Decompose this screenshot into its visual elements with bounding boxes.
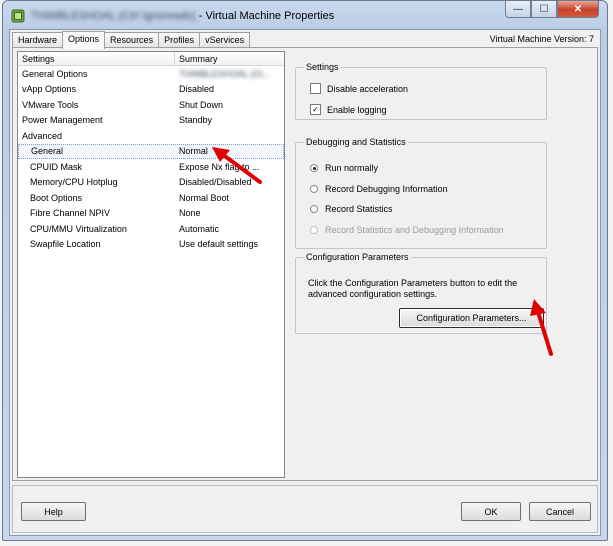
record-stats-and-debugging-label: Record Statistics and Debugging Informat… <box>325 225 504 235</box>
settings-list[interactable]: Settings Summary General Options THIMBLES… <box>17 51 285 478</box>
setting-summary: Expose Nx flag to ... <box>179 161 260 172</box>
configuration-parameters-button[interactable]: Configuration Parameters... <box>399 308 544 328</box>
record-debugging-label: Record Debugging Information <box>325 184 448 194</box>
options-tab-panel: Settings Summary General Options THIMBLES… <box>12 47 598 481</box>
config-parameters-group: Configuration Parameters Click the Confi… <box>295 252 547 334</box>
settings-row[interactable]: Power Management Standby <box>18 113 284 129</box>
setting-summary: Automatic <box>179 223 220 234</box>
setting-name: CPUID Mask <box>30 161 83 172</box>
window-controls: — ☐ ✕ <box>505 1 599 18</box>
config-parameters-description: Click the Configuration Parameters butto… <box>308 278 518 299</box>
settings-row[interactable]: General Normal <box>18 143 284 159</box>
setting-name: General <box>31 146 64 157</box>
setting-name: vApp Options <box>22 84 77 95</box>
close-button[interactable]: ✕ <box>557 1 599 18</box>
setting-summary: Disabled <box>179 84 215 95</box>
setting-summary: Shut Down <box>179 99 224 110</box>
record-stats-and-debugging-option: Record Statistics and Debugging Informat… <box>310 225 504 235</box>
setting-name: Power Management <box>22 115 103 126</box>
settings-group: Settings Disable acceleration ✓ Enable l… <box>295 62 547 120</box>
record-stats-and-debugging-radio <box>310 226 318 234</box>
run-normally-radio[interactable] <box>310 164 318 172</box>
help-button[interactable]: Help <box>21 502 86 521</box>
setting-name: CPU/MMU Virtualization <box>30 223 127 234</box>
ok-button[interactable]: OK <box>461 502 521 521</box>
settings-row[interactable]: Advanced <box>18 128 284 144</box>
record-statistics-option[interactable]: Record Statistics <box>310 204 393 214</box>
vm-version-label: Virtual Machine Version: 7 <box>489 34 594 44</box>
disable-acceleration-checkbox[interactable] <box>310 83 321 94</box>
run-normally-option[interactable]: Run normally <box>310 163 378 173</box>
settings-row[interactable]: Memory/CPU Hotplug Disabled/Disabled <box>18 175 284 191</box>
vm-properties-window: THIMBLESHOAL (Ctrl Ignoreado) - Virtual … <box>2 0 608 541</box>
record-debugging-option[interactable]: Record Debugging Information <box>310 184 448 194</box>
setting-name: General Options <box>22 68 88 79</box>
vm-app-icon <box>11 9 25 23</box>
settings-list-header: Settings Summary <box>18 52 284 66</box>
dialog-button-bar: Help OK Cancel <box>12 485 598 533</box>
setting-name: Boot Options <box>30 192 83 203</box>
minimize-button[interactable]: — <box>505 1 531 18</box>
setting-name: VMware Tools <box>22 99 79 110</box>
setting-summary: Normal <box>178 146 208 157</box>
cancel-button[interactable]: Cancel <box>529 502 591 521</box>
debugging-group: Debugging and Statistics Run normally Re… <box>295 137 547 249</box>
setting-summary: None <box>179 208 201 219</box>
tab-options[interactable]: Options <box>62 31 106 49</box>
settings-row[interactable]: CPU/MMU Virtualization Automatic <box>18 221 284 237</box>
tab-strip: Hardware Options Resources Profiles vSer… <box>12 31 251 49</box>
vm-name-redacted: THIMBLESHOAL (Ctrl Ignoreado) <box>31 10 196 22</box>
setting-name: Memory/CPU Hotplug <box>30 177 118 188</box>
config-parameters-group-title: Configuration Parameters <box>304 252 411 262</box>
column-header-settings[interactable]: Settings <box>18 52 175 65</box>
settings-list-rows: General Options THIMBLESHOAL (Ct... vApp O… <box>18 66 284 252</box>
settings-row[interactable]: Boot Options Normal Boot <box>18 190 284 206</box>
settings-row[interactable]: Swapfile Location Use default settings <box>18 237 284 253</box>
setting-summary: Standby <box>179 115 213 126</box>
enable-logging-option[interactable]: ✓ Enable logging <box>310 104 387 115</box>
setting-summary: Disabled/Disabled <box>179 177 252 188</box>
setting-name: Swapfile Location <box>30 239 101 250</box>
run-normally-label: Run normally <box>325 163 379 173</box>
settings-row[interactable]: vApp Options Disabled <box>18 82 284 98</box>
disable-acceleration-option[interactable]: Disable acceleration <box>310 83 408 94</box>
dialog-client-area: Hardware Options Resources Profiles vSer… <box>9 29 601 536</box>
record-statistics-radio[interactable] <box>310 205 318 213</box>
disable-acceleration-label: Disable acceleration <box>327 83 409 94</box>
settings-group-title: Settings <box>304 62 341 72</box>
settings-row[interactable]: VMware Tools Shut Down <box>18 97 284 113</box>
column-header-summary[interactable]: Summary <box>175 52 218 65</box>
setting-summary: Use default settings <box>179 239 259 250</box>
settings-row[interactable]: Fibre Channel NPIV None <box>18 206 284 222</box>
setting-summary: Normal Boot <box>179 192 230 203</box>
settings-row[interactable]: CPUID Mask Expose Nx flag to ... <box>18 159 284 175</box>
debugging-group-title: Debugging and Statistics <box>304 137 408 147</box>
maximize-button[interactable]: ☐ <box>531 1 557 18</box>
settings-row[interactable]: General Options THIMBLESHOAL (Ct... <box>18 66 284 82</box>
enable-logging-checkbox[interactable]: ✓ <box>310 104 321 115</box>
setting-name: Advanced <box>22 130 63 141</box>
window-title: THIMBLESHOAL (Ctrl Ignoreado) - Virtual … <box>31 10 334 22</box>
setting-summary: THIMBLESHOAL (Ct... <box>179 68 271 79</box>
record-statistics-label: Record Statistics <box>325 204 393 214</box>
setting-name: Fibre Channel NPIV <box>30 208 111 219</box>
window-title-text: - Virtual Machine Properties <box>198 10 335 22</box>
title-bar[interactable]: THIMBLESHOAL (Ctrl Ignoreado) - Virtual … <box>3 1 607 29</box>
enable-logging-label: Enable logging <box>327 104 387 115</box>
record-debugging-radio[interactable] <box>310 185 318 193</box>
